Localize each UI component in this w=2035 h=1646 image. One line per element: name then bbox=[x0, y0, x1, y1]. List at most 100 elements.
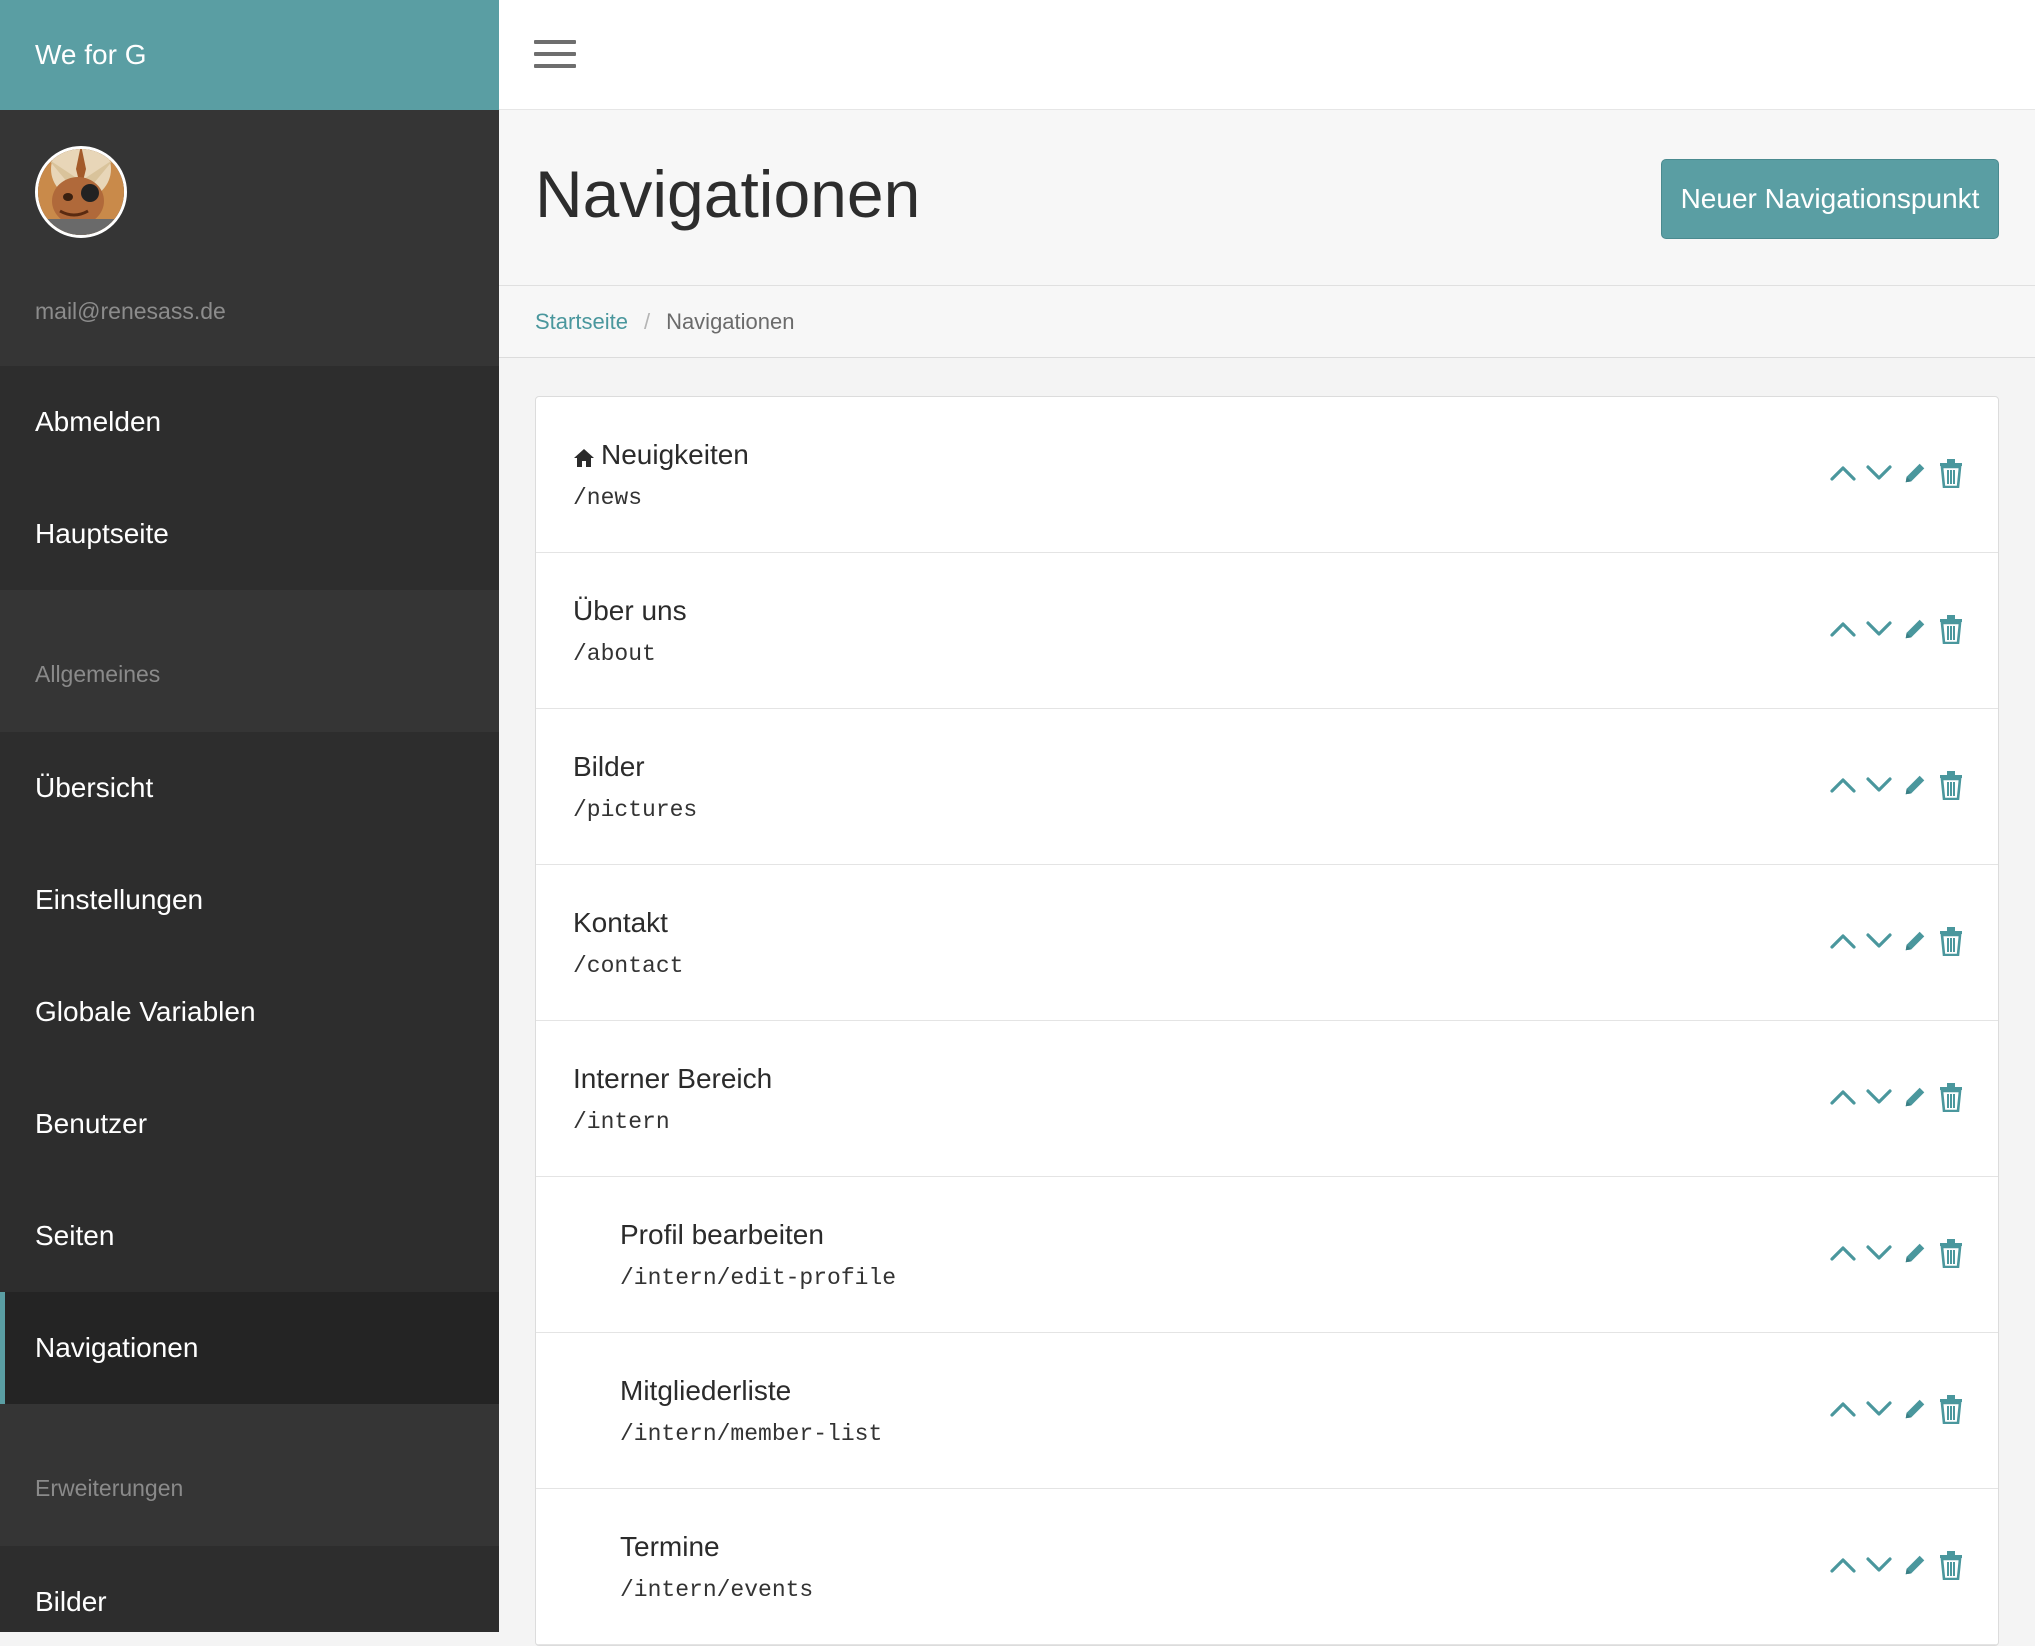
navigation-path: /news bbox=[573, 485, 643, 511]
breadcrumb: Startseite / Navigationen bbox=[499, 286, 2035, 358]
row-actions bbox=[1830, 1237, 1964, 1269]
navigation-row-2: Bilder /pictures bbox=[536, 709, 1998, 865]
navigation-path: /pictures bbox=[573, 797, 698, 823]
trash-icon[interactable] bbox=[1938, 1393, 1964, 1425]
pencil-icon[interactable] bbox=[1902, 1393, 1928, 1425]
chevron-down-icon[interactable] bbox=[1866, 1549, 1892, 1581]
chevron-down-icon[interactable] bbox=[1866, 1393, 1892, 1425]
profile-panel: mail@renesass.de bbox=[0, 110, 499, 366]
navigation-row-text: Profil bearbeiten /intern/edit-profile bbox=[620, 1219, 896, 1291]
chevron-up-icon[interactable] bbox=[1830, 1081, 1856, 1113]
navigation-title: Bilder bbox=[573, 751, 697, 783]
navigation-title-text: Über uns bbox=[573, 595, 687, 626]
sidebar-item-abmelden[interactable]: Abmelden bbox=[0, 366, 499, 478]
trash-icon[interactable] bbox=[1938, 769, 1964, 801]
navigation-title-text: Interner Bereich bbox=[573, 1063, 773, 1094]
navigation-path: /intern/events bbox=[620, 1577, 814, 1603]
navigation-row-text: Über uns /about bbox=[573, 595, 687, 667]
navigation-title: Kontakt bbox=[573, 907, 683, 939]
navigation-title: Neuigkeiten bbox=[573, 439, 749, 471]
breadcrumb-home-link[interactable]: Startseite bbox=[535, 309, 628, 335]
user-email: mail@renesass.de bbox=[35, 298, 226, 324]
navigation-path: /intern/edit-profile bbox=[620, 1265, 897, 1291]
trash-icon[interactable] bbox=[1938, 925, 1964, 957]
navigation-path: /about bbox=[573, 641, 656, 667]
chevron-up-icon[interactable] bbox=[1830, 1549, 1856, 1581]
chevron-up-icon[interactable] bbox=[1830, 769, 1856, 801]
sidebar-item-seiten[interactable]: Seiten bbox=[0, 1180, 499, 1292]
pencil-icon[interactable] bbox=[1902, 1237, 1928, 1269]
chevron-up-icon[interactable] bbox=[1830, 1393, 1856, 1425]
sidebar-extension-items: Bilder bbox=[0, 1546, 499, 1632]
row-actions bbox=[1830, 1549, 1964, 1581]
chevron-down-icon[interactable] bbox=[1866, 1237, 1892, 1269]
trash-icon[interactable] bbox=[1938, 1549, 1964, 1581]
navigation-row-3: Kontakt /contact bbox=[536, 865, 1998, 1021]
navigation-title-text: Neuigkeiten bbox=[601, 439, 749, 470]
sidebar-section-extensions: Erweiterungen bbox=[0, 1404, 499, 1546]
row-actions bbox=[1830, 1081, 1964, 1113]
pencil-icon[interactable] bbox=[1902, 925, 1928, 957]
pencil-icon[interactable] bbox=[1902, 769, 1928, 801]
navigation-title: Profil bearbeiten bbox=[620, 1219, 896, 1251]
navigation-row-text: Interner Bereich /intern bbox=[573, 1063, 772, 1135]
sidebar: We for G mail@renesass.de Abmelden Haupt… bbox=[0, 0, 499, 1632]
navigation-row-text: Mitgliederliste /intern/member-list bbox=[620, 1375, 882, 1447]
sidebar-item-navigationen[interactable]: Navigationen bbox=[0, 1292, 499, 1404]
row-actions bbox=[1830, 1393, 1964, 1425]
navigation-row-4: Interner Bereich /intern bbox=[536, 1021, 1998, 1177]
trash-icon[interactable] bbox=[1938, 1237, 1964, 1269]
pencil-icon[interactable] bbox=[1902, 613, 1928, 645]
navigation-row-0: Neuigkeiten /news bbox=[536, 397, 1998, 553]
navigation-title: Mitgliederliste bbox=[620, 1375, 882, 1407]
navigation-row-text: Termine /intern/events bbox=[620, 1531, 813, 1603]
navigation-row-text: Neuigkeiten /news bbox=[573, 439, 749, 511]
chevron-down-icon[interactable] bbox=[1866, 613, 1892, 645]
row-actions bbox=[1830, 925, 1964, 957]
row-actions bbox=[1830, 457, 1964, 489]
chevron-up-icon[interactable] bbox=[1830, 457, 1856, 489]
home-icon bbox=[573, 444, 595, 467]
chevron-down-icon[interactable] bbox=[1866, 457, 1892, 489]
page-title: Navigationen bbox=[535, 157, 921, 231]
hamburger-icon[interactable] bbox=[534, 40, 576, 68]
sidebar-item-uebersicht[interactable]: Übersicht bbox=[0, 732, 499, 844]
chevron-up-icon[interactable] bbox=[1830, 1237, 1856, 1269]
chevron-down-icon[interactable] bbox=[1866, 769, 1892, 801]
trash-icon[interactable] bbox=[1938, 613, 1964, 645]
sidebar-item-benutzer[interactable]: Benutzer bbox=[0, 1068, 499, 1180]
navigation-row-5: Profil bearbeiten /intern/edit-profile bbox=[536, 1177, 1998, 1333]
navigation-row-6: Mitgliederliste /intern/member-list bbox=[536, 1333, 1998, 1489]
top-bar bbox=[499, 0, 2035, 110]
breadcrumb-current: Navigationen bbox=[666, 308, 795, 334]
row-actions bbox=[1830, 613, 1964, 645]
sidebar-item-globale-variablen[interactable]: Globale Variablen bbox=[0, 956, 499, 1068]
navigation-path: /contact bbox=[573, 953, 684, 979]
trash-icon[interactable] bbox=[1938, 1081, 1964, 1113]
sidebar-top-items: Abmelden Hauptseite bbox=[0, 366, 499, 590]
chevron-up-icon[interactable] bbox=[1830, 613, 1856, 645]
new-navigation-item-button[interactable]: Neuer Navigationspunkt bbox=[1661, 159, 1999, 239]
navigation-title-text: Bilder bbox=[573, 751, 645, 782]
pencil-icon[interactable] bbox=[1902, 1081, 1928, 1113]
navigation-title-text: Profil bearbeiten bbox=[620, 1219, 824, 1250]
pencil-icon[interactable] bbox=[1902, 1549, 1928, 1581]
brand-title[interactable]: We for G bbox=[0, 0, 499, 110]
avatar[interactable] bbox=[35, 146, 127, 238]
chevron-down-icon[interactable] bbox=[1866, 1081, 1892, 1113]
navigation-title: Über uns bbox=[573, 595, 687, 627]
chevron-down-icon[interactable] bbox=[1866, 925, 1892, 957]
navigation-row-7: Termine /intern/events bbox=[536, 1489, 1998, 1645]
navigation-list: Neuigkeiten /news Über uns /about Bilder… bbox=[535, 396, 1999, 1646]
page-header: Navigationen Neuer Navigationspunkt bbox=[499, 110, 2035, 286]
pencil-icon[interactable] bbox=[1902, 457, 1928, 489]
sidebar-item-hauptseite[interactable]: Hauptseite bbox=[0, 478, 499, 590]
trash-icon[interactable] bbox=[1938, 457, 1964, 489]
navigation-title-text: Termine bbox=[620, 1531, 720, 1562]
navigation-title-text: Kontakt bbox=[573, 907, 668, 938]
sidebar-item-einstellungen[interactable]: Einstellungen bbox=[0, 844, 499, 956]
chevron-up-icon[interactable] bbox=[1830, 925, 1856, 957]
navigation-row-text: Kontakt /contact bbox=[573, 907, 683, 979]
navigation-path: /intern bbox=[573, 1109, 670, 1135]
sidebar-item-bilder[interactable]: Bilder bbox=[0, 1546, 499, 1632]
